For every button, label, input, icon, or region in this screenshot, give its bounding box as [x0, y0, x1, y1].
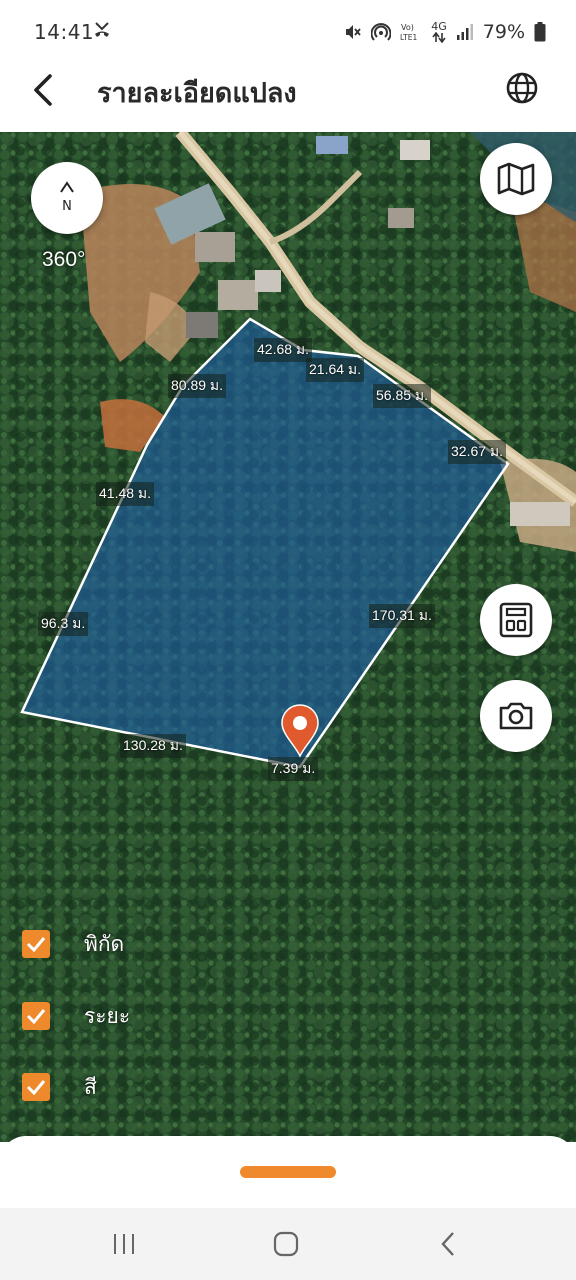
globe-icon — [506, 72, 538, 104]
mute-icon — [346, 25, 361, 39]
camera-button[interactable] — [480, 680, 552, 752]
network-type: 4G — [431, 21, 447, 43]
home-button[interactable] — [266, 1228, 306, 1260]
checkmark-icon — [26, 1009, 46, 1024]
checkmark-icon — [26, 1080, 46, 1095]
app-bar: รายละเอียดแปลง — [0, 62, 576, 132]
checkmark-icon — [26, 937, 46, 952]
measurement-label: 7.39 ม. — [268, 757, 319, 781]
volte-icon: Vo) LTE1 — [400, 23, 417, 42]
calculator-button[interactable] — [480, 584, 552, 656]
toggle-label: พิกัด — [84, 931, 125, 956]
toggle-label: สี — [84, 1074, 97, 1099]
checkbox[interactable] — [22, 1002, 50, 1030]
svg-text:LTE1: LTE1 — [400, 33, 417, 42]
measurement-label: 80.89 ม. — [168, 374, 227, 398]
hotspot-icon — [371, 23, 392, 41]
compass-north: N — [62, 199, 72, 214]
toggle-distance[interactable]: ระยะ — [22, 1001, 130, 1031]
measurement-label: 96.3 ม. — [38, 612, 89, 636]
compass-heading: 360° — [42, 248, 86, 271]
measurement-label: 32.67 ม. — [448, 440, 507, 464]
compass-icon: N — [60, 181, 74, 214]
measurement-label: 130.28 ม. — [120, 734, 186, 758]
location-pin-icon[interactable] — [280, 704, 320, 758]
measurement-label: 21.64 ม. — [306, 358, 365, 382]
recents-icon — [114, 1234, 134, 1254]
sheet-drag-handle[interactable] — [240, 1166, 336, 1178]
signal-icon — [456, 24, 473, 40]
system-nav-bar — [0, 1208, 576, 1280]
missed-call-icon — [95, 22, 109, 37]
measurement-label: 42.68 ม. — [254, 338, 313, 362]
map-icon — [497, 162, 535, 196]
measurement-label: 41.48 ม. — [96, 482, 155, 506]
status-bar: 14:41 Vo) LTE1 4G 79% — [0, 0, 576, 62]
home-icon — [273, 1231, 299, 1257]
recents-button[interactable] — [104, 1228, 144, 1260]
status-time: 14:41 — [34, 20, 95, 44]
page-title: รายละเอียดแปลง — [97, 78, 297, 109]
battery-icon — [534, 22, 546, 42]
battery-percent: 79% — [482, 21, 525, 43]
data-arrows-icon — [432, 31, 446, 43]
back-button[interactable] — [24, 70, 64, 110]
checkbox[interactable] — [22, 930, 50, 958]
compass-button[interactable]: N — [31, 162, 103, 234]
language-button[interactable] — [504, 70, 540, 106]
bottom-sheet[interactable] — [0, 1136, 576, 1216]
status-icons: Vo) LTE1 4G 79% — [344, 17, 546, 47]
satellite-map[interactable]: 42.68 ม. 21.64 ม. 80.89 ม. 56.85 ม. 32.6… — [0, 132, 576, 1142]
chevron-left-icon — [34, 74, 52, 106]
back-icon — [441, 1232, 454, 1256]
nav-back-button[interactable] — [428, 1228, 468, 1260]
toggle-label: ระยะ — [84, 1003, 131, 1028]
camera-icon — [499, 702, 533, 730]
svg-text:Vo): Vo) — [401, 23, 414, 32]
measurement-label: 56.85 ม. — [373, 384, 432, 408]
map-layers-button[interactable] — [480, 143, 552, 215]
checkbox[interactable] — [22, 1073, 50, 1101]
calculator-icon — [499, 602, 533, 638]
toggle-coordinates[interactable]: พิกัด — [22, 929, 124, 959]
toggle-color[interactable]: สี — [22, 1072, 97, 1102]
measurement-label: 170.31 ม. — [369, 604, 435, 628]
